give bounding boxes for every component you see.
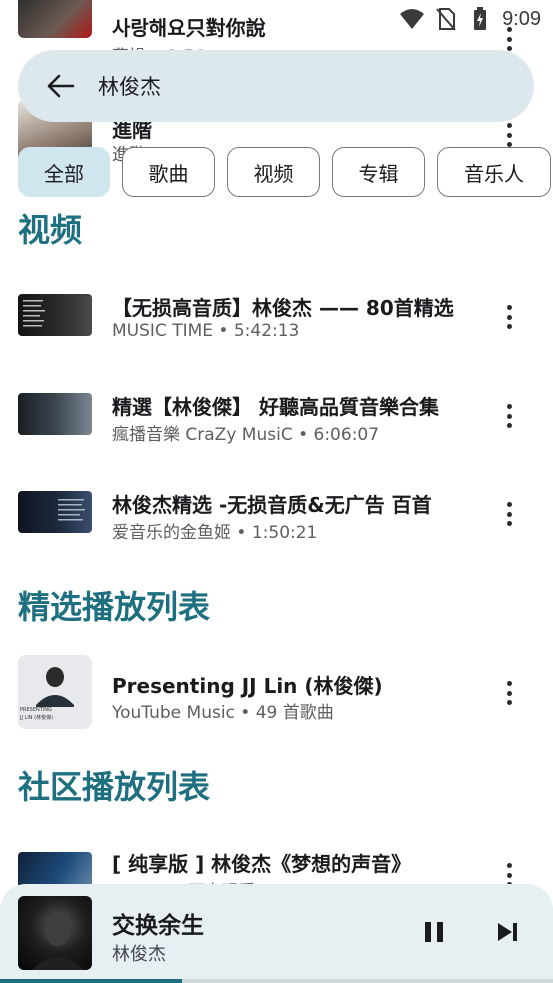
video-item[interactable]: 精選【林俊傑】 好聽高品質音樂合集 瘋播音樂 CraZy MusiC • 6:0… bbox=[0, 364, 553, 462]
video-subtitle: MUSIC TIME • 5:42:13 bbox=[112, 321, 300, 341]
playback-progress-track[interactable] bbox=[0, 979, 553, 983]
more-options-icon[interactable] bbox=[499, 678, 519, 708]
chip-artists[interactable]: 音乐人 bbox=[437, 147, 551, 197]
playlist-item[interactable]: PRESENTING JJ LIN (林俊傑) Presenting JJ Li… bbox=[0, 645, 553, 743]
video-thumbnail bbox=[18, 294, 92, 336]
section-title-community-playlists: 社区播放列表 bbox=[18, 768, 211, 806]
song-title: 사랑해요只對你說 bbox=[112, 16, 266, 40]
video-item[interactable]: 林俊杰精选 -无损音质&无广告 百首 爱音乐的金鱼姬 • 1:50:21 bbox=[0, 462, 553, 560]
video-subtitle: 爱音乐的金鱼姬 • 1:50:21 bbox=[112, 523, 318, 543]
skip-next-icon[interactable] bbox=[492, 918, 522, 946]
section-title-featured-playlists: 精选播放列表 bbox=[18, 588, 211, 626]
section-title-videos: 视频 bbox=[18, 211, 83, 249]
back-arrow-icon[interactable] bbox=[46, 71, 76, 101]
playlist-title: Presenting JJ Lin (林俊傑) bbox=[112, 674, 383, 698]
chip-videos[interactable]: 视频 bbox=[227, 147, 320, 197]
search-bar[interactable]: 林俊杰 bbox=[18, 50, 534, 122]
playlist-title: [ 纯享版 ] 林俊杰《梦想的声音》 bbox=[112, 852, 412, 876]
filter-chips: 全部 歌曲 视频 专辑 音乐人 bbox=[18, 147, 551, 197]
video-subtitle: 瘋播音樂 CraZy MusiC • 6:06:07 bbox=[112, 425, 380, 445]
playlist-subtitle: YouTube Music • 49 首歌曲 bbox=[112, 703, 334, 723]
video-title: 【无损高音质】林俊杰 —— 80首精选 bbox=[112, 296, 454, 320]
video-title: 林俊杰精选 -无损音质&无广告 百首 bbox=[112, 493, 432, 517]
video-item[interactable]: 【无损高音质】林俊杰 —— 80首精选 MUSIC TIME • 5:42:13 bbox=[0, 266, 553, 364]
now-playing-artist: 林俊杰 bbox=[112, 944, 166, 965]
song-thumbnail bbox=[18, 0, 92, 38]
chip-songs[interactable]: 歌曲 bbox=[122, 147, 215, 197]
playlist-thumbnail-caption: JJ LIN (林俊傑) bbox=[20, 715, 54, 721]
playlist-thumbnail-caption: PRESENTING bbox=[20, 707, 52, 713]
more-options-icon[interactable] bbox=[499, 499, 519, 529]
video-thumbnail bbox=[18, 491, 92, 533]
more-options-icon[interactable] bbox=[499, 120, 519, 150]
status-time: 9:09 bbox=[502, 7, 541, 30]
battery-charging-icon bbox=[468, 7, 492, 31]
mini-player[interactable]: 交换余生 林俊杰 bbox=[0, 884, 553, 983]
chip-all[interactable]: 全部 bbox=[18, 147, 110, 197]
chip-albums[interactable]: 专辑 bbox=[332, 147, 425, 197]
wifi-icon bbox=[400, 7, 425, 31]
more-options-icon[interactable] bbox=[499, 401, 519, 431]
now-playing-artwork bbox=[18, 896, 92, 970]
video-title: 精選【林俊傑】 好聽高品質音樂合集 bbox=[112, 395, 439, 419]
search-query[interactable]: 林俊杰 bbox=[98, 71, 161, 101]
video-thumbnail bbox=[18, 393, 92, 435]
now-playing-title: 交换余生 bbox=[112, 913, 204, 939]
more-options-icon[interactable] bbox=[499, 302, 519, 332]
pause-icon[interactable] bbox=[420, 918, 448, 946]
no-sim-icon bbox=[434, 7, 458, 31]
status-bar: 9:09 bbox=[383, 0, 553, 38]
playback-progress-fill bbox=[0, 979, 183, 983]
playlist-thumbnail: PRESENTING JJ LIN (林俊傑) bbox=[18, 655, 92, 729]
